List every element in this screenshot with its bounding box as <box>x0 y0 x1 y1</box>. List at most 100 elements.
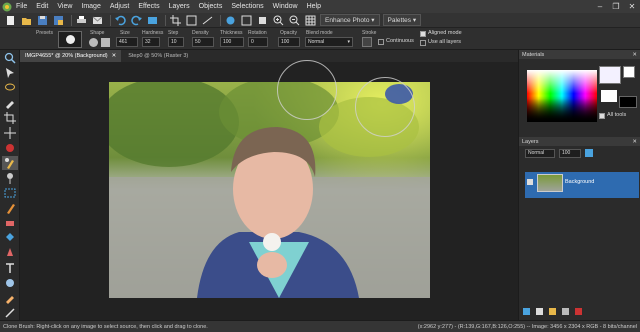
new-layer-icon[interactable] <box>523 308 530 315</box>
color-spectrum[interactable] <box>527 70 597 122</box>
menu-window[interactable]: Window <box>273 3 298 10</box>
menu-selections[interactable]: Selections <box>231 3 263 10</box>
canvas-area[interactable] <box>20 60 518 320</box>
crop-toolbar-button[interactable] <box>169 14 182 26</box>
shape-tool[interactable] <box>2 276 18 290</box>
layer-row-background[interactable]: Background <box>525 172 639 198</box>
tools-toolbar <box>0 50 20 320</box>
menu-help[interactable]: Help <box>307 3 321 10</box>
new-file-button[interactable] <box>4 14 17 26</box>
round-shape-button[interactable] <box>89 38 98 47</box>
step-field[interactable]: 10 <box>168 37 184 47</box>
menu-view[interactable]: View <box>57 3 72 10</box>
size-field[interactable]: 461 <box>116 37 138 47</box>
opacity-field[interactable]: 100 <box>278 37 300 47</box>
adjustment-layer-icon[interactable] <box>562 308 569 315</box>
toolbar-extra-button[interactable] <box>304 14 317 26</box>
layers-close-icon[interactable]: ✕ <box>632 139 637 145</box>
tab-step0[interactable]: Step0 @ 50% (Raster 3) <box>123 50 193 62</box>
pick-tool[interactable] <box>2 66 18 80</box>
airbrush-tool[interactable] <box>2 291 18 305</box>
email-button[interactable] <box>91 14 104 26</box>
aligned-mode-checkbox[interactable] <box>420 31 426 37</box>
menu-objects[interactable]: Objects <box>199 3 223 10</box>
eyedropper-tool[interactable] <box>2 96 18 110</box>
palettes-dropdown[interactable]: Palettes ▾ <box>382 14 422 26</box>
history-button[interactable] <box>146 14 159 26</box>
open-button[interactable] <box>20 14 33 26</box>
brush-preview[interactable] <box>58 31 82 48</box>
foreground-color-swatch[interactable] <box>599 66 621 84</box>
red-eye-tool[interactable] <box>2 141 18 155</box>
print-button[interactable] <box>75 14 88 26</box>
pen-tool[interactable] <box>2 246 18 260</box>
brush-dot-icon <box>65 35 75 44</box>
background-color-swatch[interactable] <box>623 66 635 78</box>
layer-opacity-field[interactable]: 100 <box>559 149 581 158</box>
background-material-swatch[interactable] <box>619 96 637 108</box>
zoom-fit-button[interactable] <box>240 14 253 26</box>
zoom-actual-icon <box>259 16 266 24</box>
hardness-field[interactable]: 32 <box>142 37 160 47</box>
new-group-icon[interactable] <box>536 308 543 315</box>
delete-layer-icon[interactable] <box>575 308 582 315</box>
minimize-button[interactable]: – <box>592 0 608 12</box>
undo-button[interactable] <box>114 14 127 26</box>
toggle-palette-button[interactable] <box>224 14 237 26</box>
scratch-remover-tool[interactable] <box>2 306 18 320</box>
tab-imgp4655[interactable]: IMGP4655* @ 20% (Background) ✕ <box>20 50 122 62</box>
menu-layers[interactable]: Layers <box>169 3 190 10</box>
menu-image[interactable]: Image <box>81 3 100 10</box>
paint-brush-tool[interactable] <box>2 201 18 215</box>
zoom-fit-icon <box>241 15 252 25</box>
menu-edit[interactable]: Edit <box>36 3 48 10</box>
eraser-tool[interactable] <box>2 216 18 230</box>
mask-icon[interactable] <box>549 308 556 315</box>
text-tool[interactable] <box>2 261 18 275</box>
move-tool[interactable] <box>2 126 18 140</box>
resize-button[interactable] <box>185 14 198 26</box>
density-label: Density <box>192 30 209 36</box>
continuous-checkbox[interactable] <box>378 39 384 45</box>
all-tools-checkbox[interactable] <box>599 113 605 119</box>
layer-blend-select[interactable]: Normal <box>525 149 555 158</box>
paint-brush-icon <box>7 204 15 214</box>
zoom-out-button[interactable] <box>288 14 301 26</box>
foreground-material-swatch[interactable] <box>601 90 617 102</box>
lock-transparency-icon[interactable] <box>585 149 593 157</box>
dodge-tool[interactable] <box>2 171 18 185</box>
redo-button[interactable] <box>130 14 143 26</box>
save-as-button[interactable] <box>52 14 65 26</box>
blend-mode-select[interactable]: Normal ▾ <box>305 37 353 47</box>
menu-file[interactable]: File <box>16 3 27 10</box>
layer-visibility-icon[interactable] <box>527 179 533 185</box>
menu-adjust[interactable]: Adjust <box>110 3 129 10</box>
use-all-layers-checkbox[interactable] <box>420 40 426 46</box>
text-selection-tool[interactable] <box>2 186 18 200</box>
lasso-tool[interactable] <box>2 81 18 95</box>
close-window-button[interactable]: ✕ <box>624 0 640 12</box>
rotation-field[interactable]: 0 <box>248 37 268 47</box>
new-file-icon <box>7 15 14 25</box>
materials-title: Materials <box>522 51 545 58</box>
close-tab-icon[interactable]: ✕ <box>112 53 117 59</box>
zoom-actual-button[interactable] <box>256 14 269 26</box>
zoom-tool[interactable] <box>2 51 18 65</box>
stroke-swatch[interactable] <box>362 37 372 47</box>
clone-brush-tool[interactable] <box>2 156 18 170</box>
zoom-in-button[interactable] <box>272 14 285 26</box>
ellipse-icon <box>6 279 14 287</box>
enhance-photo-dropdown[interactable]: Enhance Photo ▾ <box>320 14 380 26</box>
menu-effects[interactable]: Effects <box>138 3 159 10</box>
folder-icon <box>22 17 31 25</box>
restore-button[interactable]: ❐ <box>608 0 624 12</box>
crop-tool[interactable] <box>2 111 18 125</box>
density-field[interactable]: 50 <box>192 37 214 47</box>
toggle-icon <box>226 16 235 24</box>
materials-close-icon[interactable]: ✕ <box>632 52 637 58</box>
save-button[interactable] <box>36 14 49 26</box>
thickness-field[interactable]: 100 <box>220 37 244 47</box>
square-shape-button[interactable] <box>101 38 110 47</box>
straighten-button[interactable] <box>201 14 214 26</box>
fill-tool[interactable] <box>2 231 18 245</box>
